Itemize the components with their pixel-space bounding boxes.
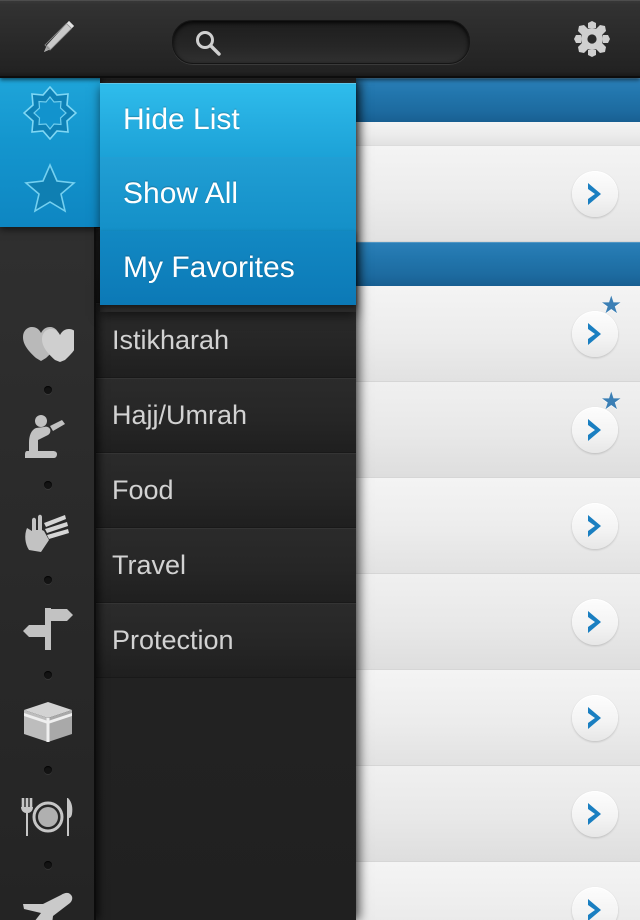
rail-item-travel[interactable] [0, 875, 96, 920]
edit-button[interactable] [14, 0, 98, 78]
category-label: Protection [112, 624, 234, 655]
chevron-right-icon[interactable] [572, 790, 618, 837]
category-item-hajj-umrah[interactable]: Hajj/Umrah [96, 378, 356, 453]
rail-divider-dot [0, 664, 96, 685]
menu-item-label: Show All [123, 177, 239, 210]
rail-divider-dot [0, 569, 96, 590]
category-item-protection[interactable]: Protection [96, 603, 356, 678]
pencil-icon [36, 19, 76, 59]
settings-button[interactable] [550, 0, 634, 78]
menu-item-label: Hide List [123, 103, 240, 136]
raised-hands-icon [23, 510, 73, 554]
category-label: Travel [112, 549, 187, 580]
category-label: Istikharah [112, 324, 230, 355]
plate-fork-knife-icon [20, 796, 76, 838]
signpost-icon [23, 604, 73, 650]
praying-person-icon [24, 414, 72, 460]
category-item-food[interactable]: Food [96, 453, 356, 528]
category-label: Food [112, 474, 174, 505]
kaaba-icon [22, 700, 74, 744]
eight-point-star-icon [23, 85, 77, 140]
rail-divider-dot [0, 474, 96, 495]
list-options-popup[interactable]: Hide List Show All My Favorites [100, 83, 356, 312]
menu-item-my-favorites[interactable]: My Favorites [100, 231, 356, 305]
rail-divider-dot [0, 759, 96, 780]
rail-item-marriage[interactable] [0, 305, 96, 379]
rail-item-prayer[interactable] [0, 400, 96, 474]
rail-item-favorites[interactable] [0, 150, 100, 225]
category-item-istikharah[interactable]: Istikharah [96, 303, 356, 378]
rail-item-hajj-umrah[interactable] [0, 685, 96, 759]
rail-item-istikharah[interactable] [0, 590, 96, 664]
category-label: Hajj/Umrah [112, 399, 248, 430]
rail-item-duas[interactable] [0, 75, 100, 150]
chevron-right-icon[interactable] [572, 598, 618, 645]
airplane-icon [21, 891, 75, 920]
rail-divider-dot [0, 854, 96, 875]
chevron-right-icon[interactable] [572, 502, 618, 549]
menu-item-hide-list[interactable]: Hide List [100, 83, 356, 157]
menu-item-show-all[interactable]: Show All [100, 157, 356, 231]
rail-item-food[interactable] [0, 780, 96, 854]
search-field[interactable] [172, 20, 470, 65]
chevron-right-icon[interactable] [572, 886, 618, 920]
menu-item-label: My Favorites [123, 251, 295, 284]
chevron-right-icon[interactable] [572, 694, 618, 741]
star-icon [24, 162, 76, 213]
rail-divider-dot [0, 379, 96, 400]
chevron-right-icon[interactable] [572, 406, 618, 453]
gear-icon [572, 19, 612, 59]
top-toolbar [0, 0, 640, 78]
chevron-right-icon[interactable] [572, 170, 618, 217]
chevron-right-icon[interactable] [572, 310, 618, 357]
search-input[interactable] [229, 21, 459, 65]
rail-item-repentance[interactable] [0, 495, 96, 569]
search-icon [195, 30, 221, 61]
hearts-icon [22, 322, 74, 362]
category-item-travel[interactable]: Travel [96, 528, 356, 603]
